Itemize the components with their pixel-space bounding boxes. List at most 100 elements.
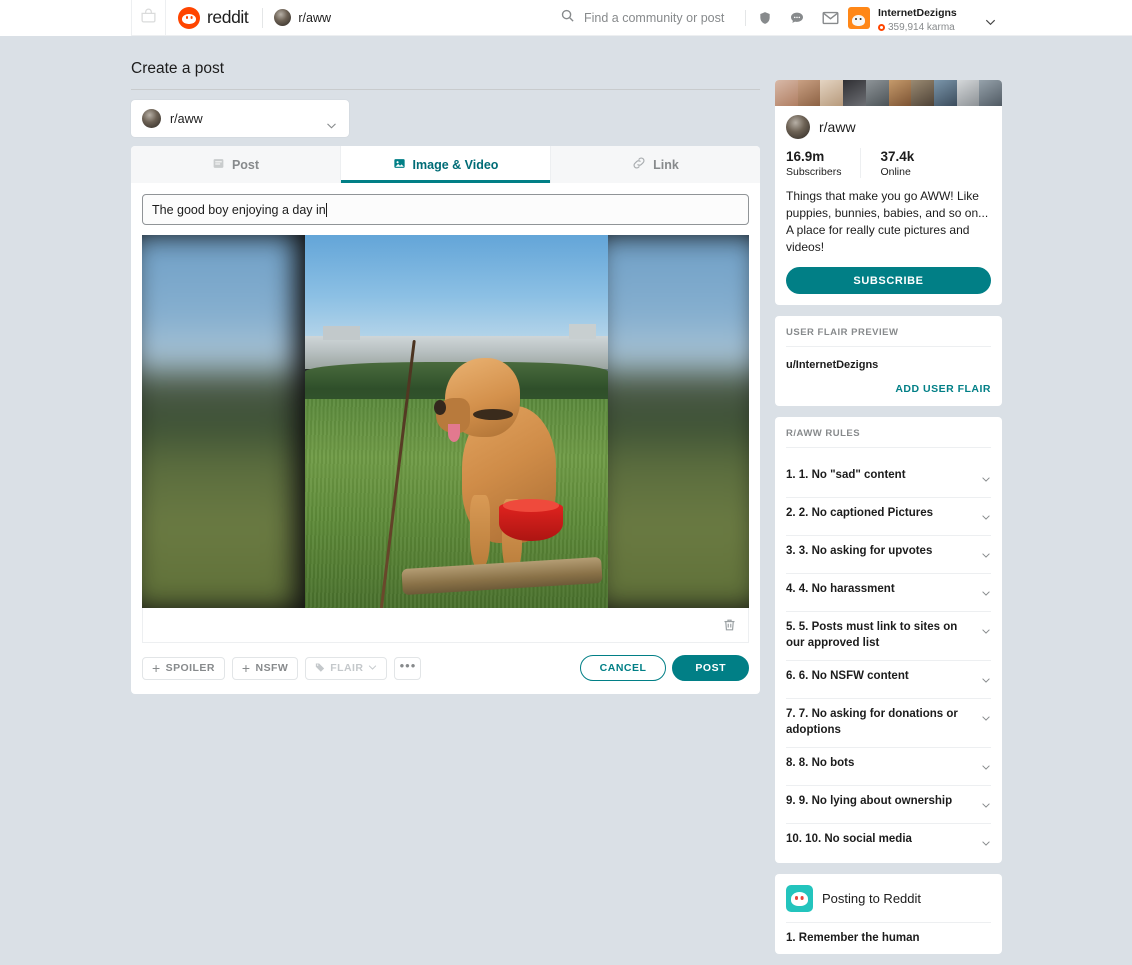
rule-item[interactable]: 7. 7. No asking for donations or adoptio… [786, 699, 991, 748]
photo-dog [438, 358, 571, 578]
search-placeholder: Find a community or post [584, 11, 724, 25]
nsfw-button[interactable]: + NSFW [232, 657, 298, 680]
reddit-snoo-icon [178, 7, 200, 29]
rule-item[interactable]: 2. 2. No captioned Pictures [786, 498, 991, 536]
rule-item[interactable]: 8. 8. No bots [786, 748, 991, 786]
navbar-separator [745, 10, 746, 26]
spoiler-label: SPOILER [166, 662, 215, 674]
image-preview[interactable] [142, 235, 749, 608]
chevron-down-icon[interactable] [985, 14, 996, 32]
user-menu-button[interactable]: InternetDezigns 359,914 karma [848, 0, 957, 36]
create-post-column: Create a post r/aww Post [131, 60, 760, 694]
subreddit-avatar [274, 9, 291, 26]
rule-item[interactable]: 5. 5. Posts must link to sites on our ap… [786, 612, 991, 661]
chevron-down-icon [981, 508, 991, 526]
subscribers-stat: 16.9m Subscribers [786, 148, 860, 178]
community-banner-collage [775, 80, 1002, 106]
flair-label: FLAIR [330, 662, 363, 674]
subscribe-button[interactable]: SUBSCRIBE [786, 267, 991, 294]
blurred-right-backdrop [596, 235, 749, 608]
top-navbar: reddit r/aww Find a community or post In… [0, 0, 1132, 36]
post-title-value: The good boy enjoying a day in [152, 203, 326, 217]
community-rules-card: R/AWW RULES 1. 1. No "sad" content 2. 2.… [775, 417, 1002, 863]
plus-icon: + [152, 661, 161, 675]
rule-label: 3. 3. No asking for upvotes [786, 544, 932, 560]
online-label: Online [880, 166, 914, 178]
envelope-icon[interactable] [822, 11, 839, 25]
online-count: 37.4k [880, 148, 914, 166]
navbar-action-icons [758, 0, 839, 36]
karma-row: 359,914 karma [878, 22, 957, 34]
editor-body: The good boy enjoying a day in [131, 183, 760, 643]
reddit-wordmark: reddit [207, 7, 248, 28]
avatar [848, 7, 870, 29]
rule-item[interactable]: 3. 3. No asking for upvotes [786, 536, 991, 574]
community-avatar [786, 115, 810, 139]
spoiler-button[interactable]: + SPOILER [142, 657, 225, 680]
tab-post[interactable]: Post [131, 146, 341, 183]
rule-label: 10. 10. No social media [786, 832, 912, 848]
rule-item[interactable]: 9. 9. No lying about ownership [786, 786, 991, 824]
post-button[interactable]: POST [672, 655, 749, 681]
post-title-input[interactable]: The good boy enjoying a day in [142, 194, 749, 225]
chevron-down-icon [981, 470, 991, 488]
posting-rule-item: 1. Remember the human [786, 923, 991, 954]
chat-bubble-icon[interactable] [789, 10, 805, 26]
page-title: Create a post [131, 60, 760, 90]
navbar-left-spacer [0, 0, 131, 36]
link-icon [632, 156, 646, 173]
rules-heading: R/AWW RULES [786, 428, 991, 448]
rule-label: 1. 1. No "sad" content [786, 468, 906, 484]
community-info-card: r/aww 16.9m Subscribers 37.4k Online Thi… [775, 80, 1002, 305]
tab-link-label: Link [653, 158, 679, 172]
text-cursor [326, 203, 327, 217]
reddit-logo-link[interactable]: reddit [166, 0, 248, 36]
bag-button[interactable] [131, 0, 166, 36]
posting-header: Posting to Reddit [786, 885, 991, 923]
tab-image-video[interactable]: Image & Video [341, 146, 551, 183]
rule-item[interactable]: 10. 10. No social media [786, 824, 991, 861]
chevron-down-icon [368, 662, 377, 674]
rule-item[interactable]: 1. 1. No "sad" content [786, 460, 991, 498]
rule-label: 8. 8. No bots [786, 756, 854, 772]
community-stats: 16.9m Subscribers 37.4k Online [786, 148, 991, 178]
subreddit-chip-label: r/aww [298, 11, 331, 25]
trash-icon[interactable] [722, 617, 737, 633]
posting-to-reddit-card: Posting to Reddit 1. Remember the human [775, 874, 1002, 954]
chevron-down-icon [981, 671, 991, 689]
current-subreddit-chip[interactable]: r/aww [274, 9, 331, 26]
flair-button[interactable]: FLAIR [305, 657, 387, 680]
chevron-down-icon [981, 622, 991, 640]
search-bar[interactable]: Find a community or post [560, 0, 745, 36]
posting-title: Posting to Reddit [822, 891, 921, 906]
rule-item[interactable]: 4. 4. No harassment [786, 574, 991, 612]
more-options-button[interactable]: ••• [394, 657, 421, 680]
tab-link[interactable]: Link [551, 146, 760, 183]
snoo-robot-icon [786, 885, 813, 912]
cancel-button[interactable]: CANCEL [580, 655, 667, 681]
subscribers-count: 16.9m [786, 148, 841, 166]
rule-label: 9. 9. No lying about ownership [786, 794, 952, 810]
karma-label: 359,914 karma [888, 22, 955, 34]
community-selector[interactable]: r/aww [131, 100, 349, 137]
tab-post-label: Post [232, 158, 259, 172]
tag-icon [315, 662, 325, 675]
search-icon [560, 8, 575, 28]
sidebar-subreddit-row[interactable]: r/aww [786, 115, 991, 139]
rule-label: 4. 4. No harassment [786, 582, 895, 598]
rule-label: 5. 5. Posts must link to sites on our ap… [786, 620, 973, 651]
shield-icon[interactable] [758, 10, 772, 26]
sidebar: r/aww 16.9m Subscribers 37.4k Online Thi… [775, 80, 1002, 965]
tab-image-video-label: Image & Video [413, 158, 499, 172]
image-icon [393, 157, 406, 173]
rule-item[interactable]: 6. 6. No NSFW content [786, 661, 991, 699]
photo-red-bowl [499, 504, 563, 541]
editor-action-bar: + SPOILER + NSFW FLAIR ••• [131, 643, 760, 694]
blurred-left-backdrop [142, 235, 295, 608]
text-post-icon [212, 157, 225, 173]
community-name: r/aww [819, 119, 856, 135]
chevron-down-icon[interactable] [326, 117, 337, 135]
add-user-flair-button[interactable]: ADD USER FLAIR [786, 383, 991, 395]
community-selector-label: r/aww [170, 112, 203, 126]
bag-icon [140, 7, 157, 29]
